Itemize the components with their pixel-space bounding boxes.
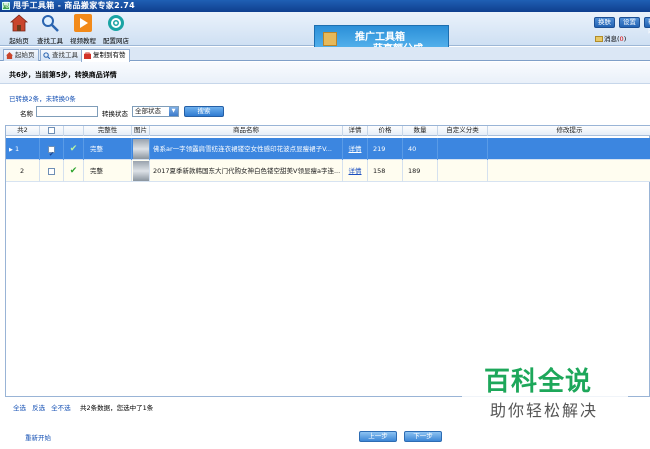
col-detail: 详情 (343, 126, 368, 136)
col-status-icon (64, 126, 84, 136)
col-image: 图片 (132, 126, 150, 136)
configure-shop-button[interactable]: 配置网店 (101, 14, 131, 45)
watermark-line2: 助你轻松解决 (490, 401, 599, 420)
chevron-down-icon: ▼ (169, 107, 178, 116)
invert-selection-link[interactable]: 反选 (32, 404, 45, 412)
home-icon (6, 52, 13, 59)
col-price: 价格 (368, 126, 403, 136)
messages-link[interactable]: 消息(0) (595, 33, 626, 43)
product-thumbnail (133, 161, 149, 181)
row-completeness: 完整 (84, 138, 132, 160)
tab-strip: 起始页 查找工具 复制到有赞 (0, 47, 650, 62)
col-select-all[interactable] (40, 126, 64, 136)
grid-header: 共2 完整性 图片 商品名称 详情 价格 数量 自定义分类 修改提示 (6, 126, 650, 136)
home-icon (10, 14, 28, 32)
check-icon: ✔ (69, 144, 78, 154)
check-icon: ✔ (69, 166, 78, 176)
detail-link[interactable]: 详情 (349, 167, 362, 175)
col-modify-hint: 修改提示 (556, 126, 583, 134)
tab-find-tools[interactable]: 查找工具 (40, 49, 82, 61)
product-thumbnail (133, 139, 149, 159)
col-quantity: 数量 (403, 126, 438, 136)
envelope-icon (595, 36, 603, 42)
status-label: 转换状态 (102, 110, 128, 118)
bag-icon (84, 52, 91, 59)
row-modify-hint (488, 160, 650, 182)
app-icon: 甩 (2, 2, 10, 10)
package-icon (323, 32, 337, 46)
main-toolbar: 起始页 查找工具 视频教程 配置网店 推广工具箱 获高额分成 换肤 设置 帮助 … (0, 12, 650, 55)
restart-link[interactable]: 重新开始 (25, 432, 51, 442)
tab-start-page[interactable]: 起始页 (3, 49, 39, 61)
row-price: 158 (368, 160, 403, 182)
col-product-name: 商品名称 (150, 126, 343, 136)
messages-close-paren: ) (623, 35, 627, 43)
col-total: 共2 (6, 126, 40, 136)
row-product-name: 2017夏季新款韩国东大门代购女神白色镂空甜美V领显瘦a字连... (150, 160, 343, 182)
status-select[interactable]: 全部状态 ▼ (132, 106, 179, 117)
help-button[interactable]: 帮助 (644, 17, 650, 35)
row-quantity: 40 (403, 138, 438, 160)
conversion-status-link[interactable]: 已转换2条，未转换0条 (9, 93, 76, 103)
row-modify-hint (488, 138, 650, 160)
row-index-cell: ▶ 1 (6, 138, 40, 160)
row-image-cell (132, 160, 150, 182)
col-custom-category: 自定义分类 (438, 126, 488, 136)
select-none-link[interactable]: 全不选 (51, 404, 71, 412)
select-all-link[interactable]: 全选 (13, 404, 26, 412)
row-checkbox-cell[interactable] (40, 138, 64, 160)
row-index: 1 (14, 145, 20, 153)
prev-step-button[interactable]: 上一步 (359, 431, 397, 442)
tab-copy-to-youzan[interactable]: 复制到有赞 (81, 49, 130, 62)
table-row[interactable]: 2 ✔ 完整 2017夏季新款韩国东大门代购女神白色镂空甜美V领显瘦a字连...… (6, 160, 650, 182)
skin-button[interactable]: 换肤 (594, 17, 615, 28)
play-icon (74, 14, 92, 32)
step-header: 共6步，当前第5步，转换商品详情 (0, 62, 650, 84)
detail-link[interactable]: 详情 (349, 145, 362, 153)
row-price: 219 (368, 138, 403, 160)
row-index: 2 (6, 160, 40, 182)
next-step-button[interactable]: 下一步 (404, 431, 442, 442)
window-title: 甩手工具箱 - 商品搬家专家2.74 (13, 1, 136, 10)
name-input[interactable] (36, 106, 98, 117)
status-select-value: 全部状态 (135, 107, 161, 115)
row-checkbox-cell[interactable] (40, 160, 64, 182)
table-row[interactable]: ▶ 1 ✔ 完整 佛系ar一字领露肩雪纺连衣裙镂空女性感印花波点显瘦裙子V...… (6, 138, 650, 160)
search-button[interactable]: 搜索 (184, 106, 224, 117)
home-button[interactable]: 起始页 (4, 14, 34, 45)
messages-label: 消息( (604, 35, 620, 43)
row-checkbox[interactable] (48, 167, 55, 175)
row-status-cell: ✔ (64, 160, 84, 182)
header-checkbox[interactable] (48, 126, 55, 134)
selection-links: 全选 反选 全不选 (13, 402, 75, 412)
magnifier-icon (42, 15, 59, 32)
video-tutorial-button[interactable]: 视频教程 (68, 14, 98, 45)
row-detail-cell: 详情 (343, 160, 368, 182)
row-custom-category[interactable] (438, 160, 488, 182)
settings-button[interactable]: 设置 (619, 17, 640, 28)
row-checkbox[interactable] (48, 144, 55, 160)
title-bar: 甩 甩手工具箱 - 商品搬家专家2.74 (0, 0, 650, 12)
tab-start-page-label: 起始页 (15, 51, 35, 59)
find-tools-button[interactable]: 查找工具 (35, 14, 65, 45)
watermark: 百科全说 助你轻松解决 (462, 355, 628, 423)
row-detail-cell: 详情 (343, 138, 368, 160)
watermark-line1: 百科全说 (484, 367, 593, 397)
col-completeness: 完整性 (84, 126, 132, 136)
tab-find-tools-label: 查找工具 (52, 51, 78, 59)
row-custom-category[interactable] (438, 138, 488, 160)
selection-status: 共2条数据，您选中了1条 (80, 404, 154, 412)
row-image-cell (132, 138, 150, 160)
tab-copy-to-youzan-label: 复制到有赞 (93, 51, 126, 59)
row-quantity: 189 (403, 160, 438, 182)
row-product-name: 佛系ar一字领露肩雪纺连衣裙镂空女性感印花波点显瘦裙子V... (150, 138, 343, 160)
row-pointer-icon: ▶ (9, 147, 13, 153)
step-text: 共6步，当前第5步，转换商品详情 (9, 71, 117, 79)
name-label: 名称 (20, 110, 33, 118)
configure-shop-label: 配置网店 (103, 37, 129, 45)
row-completeness: 完整 (84, 160, 132, 182)
search-icon (43, 52, 50, 59)
gear-icon (108, 15, 124, 31)
row-status-cell: ✔ (64, 138, 84, 160)
